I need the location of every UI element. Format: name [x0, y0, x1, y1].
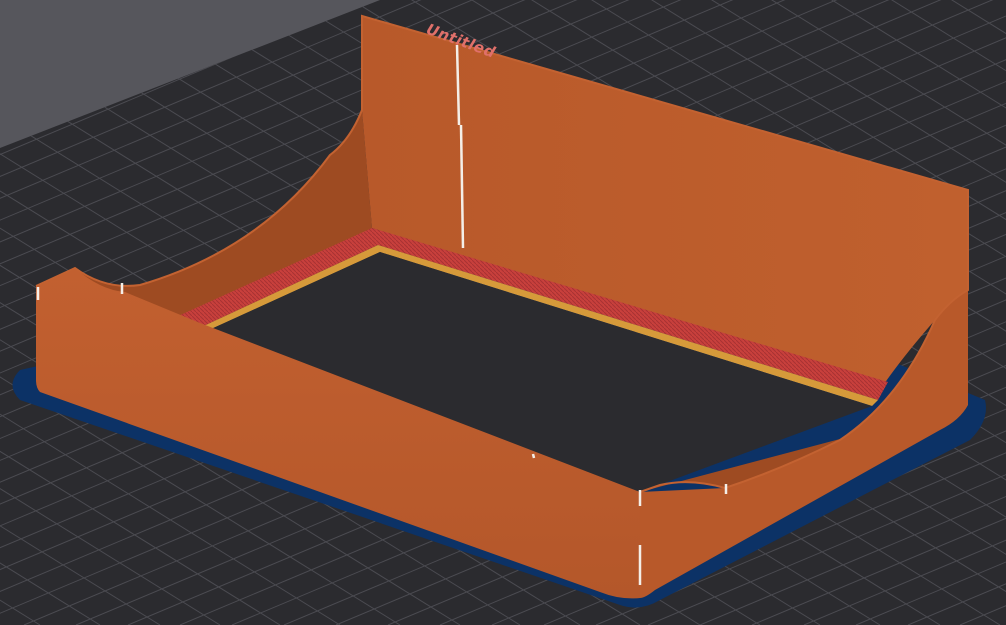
seam-line — [531, 453, 536, 459]
scene-canvas[interactable] — [0, 0, 1006, 625]
3d-viewport[interactable]: Untitled — [0, 0, 1006, 625]
